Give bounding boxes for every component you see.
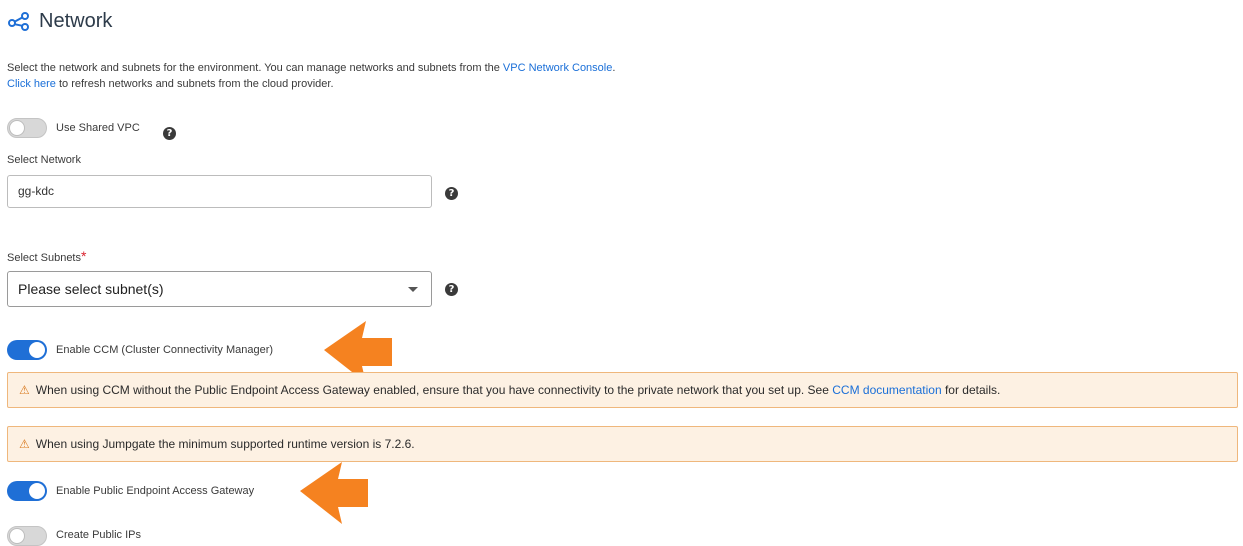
annotation-arrow-icon [300,462,368,524]
warning-icon: ⚠ [19,437,30,451]
toggle-knob [29,342,45,358]
page-title: Network [39,10,113,32]
ccm-label: Enable CCM (Cluster Connectivity Manager… [56,344,274,356]
description-line-1: Select the network and subnets for the e… [7,61,615,75]
public-ips-toggle[interactable] [7,526,47,546]
public-ips-label: Create Public IPs [56,529,141,541]
toggle-knob [29,483,45,499]
public-endpoint-toggle[interactable] [7,481,47,501]
jumpgate-warning-text: When using Jumpgate the minimum supporte… [35,437,415,451]
warning-icon: ⚠ [19,383,30,397]
description-text: Select the network and subnets for the e… [7,62,500,74]
description-line-2: Click here to refresh networks and subne… [7,77,334,91]
ccm-documentation-link[interactable]: CCM documentation [832,383,941,397]
ccm-warning-text: When using CCM without the Public Endpoi… [35,383,829,397]
ccm-toggle[interactable] [7,340,47,360]
select-subnets-label-text: Select Subnets [7,252,81,264]
vpc-network-console-link[interactable]: VPC Network Console [503,62,612,74]
subnets-select-placeholder: Please select subnet(s) [18,281,164,297]
subnets-help-icon[interactable]: ? [445,283,458,296]
network-input[interactable]: gg-kdc [7,175,432,208]
select-network-label: Select Network [7,154,81,166]
public-endpoint-label: Enable Public Endpoint Access Gateway [56,485,255,497]
network-help-icon[interactable]: ? [445,187,458,200]
required-asterisk: * [81,248,87,264]
toggle-knob [9,120,25,136]
jumpgate-warning-alert: ⚠ When using Jumpgate the minimum support… [7,426,1238,462]
select-subnets-label: Select Subnets* [7,249,86,265]
refresh-description-text: to refresh networks and subnets from the… [58,78,334,90]
chevron-down-icon [408,287,418,292]
subnets-select[interactable]: Please select subnet(s) [7,271,432,307]
shared-vpc-help-icon[interactable]: ? [163,127,176,140]
shared-vpc-label: Use Shared VPC [56,122,140,134]
ccm-warning-alert: ⚠ When using CCM without the Public Endpo… [7,372,1238,408]
shared-vpc-toggle[interactable] [7,118,47,138]
description-period: . [612,62,616,74]
ccm-warning-text-end: for details. [944,383,1001,397]
refresh-networks-link[interactable]: Click here [7,78,56,90]
share-network-icon [8,12,29,31]
